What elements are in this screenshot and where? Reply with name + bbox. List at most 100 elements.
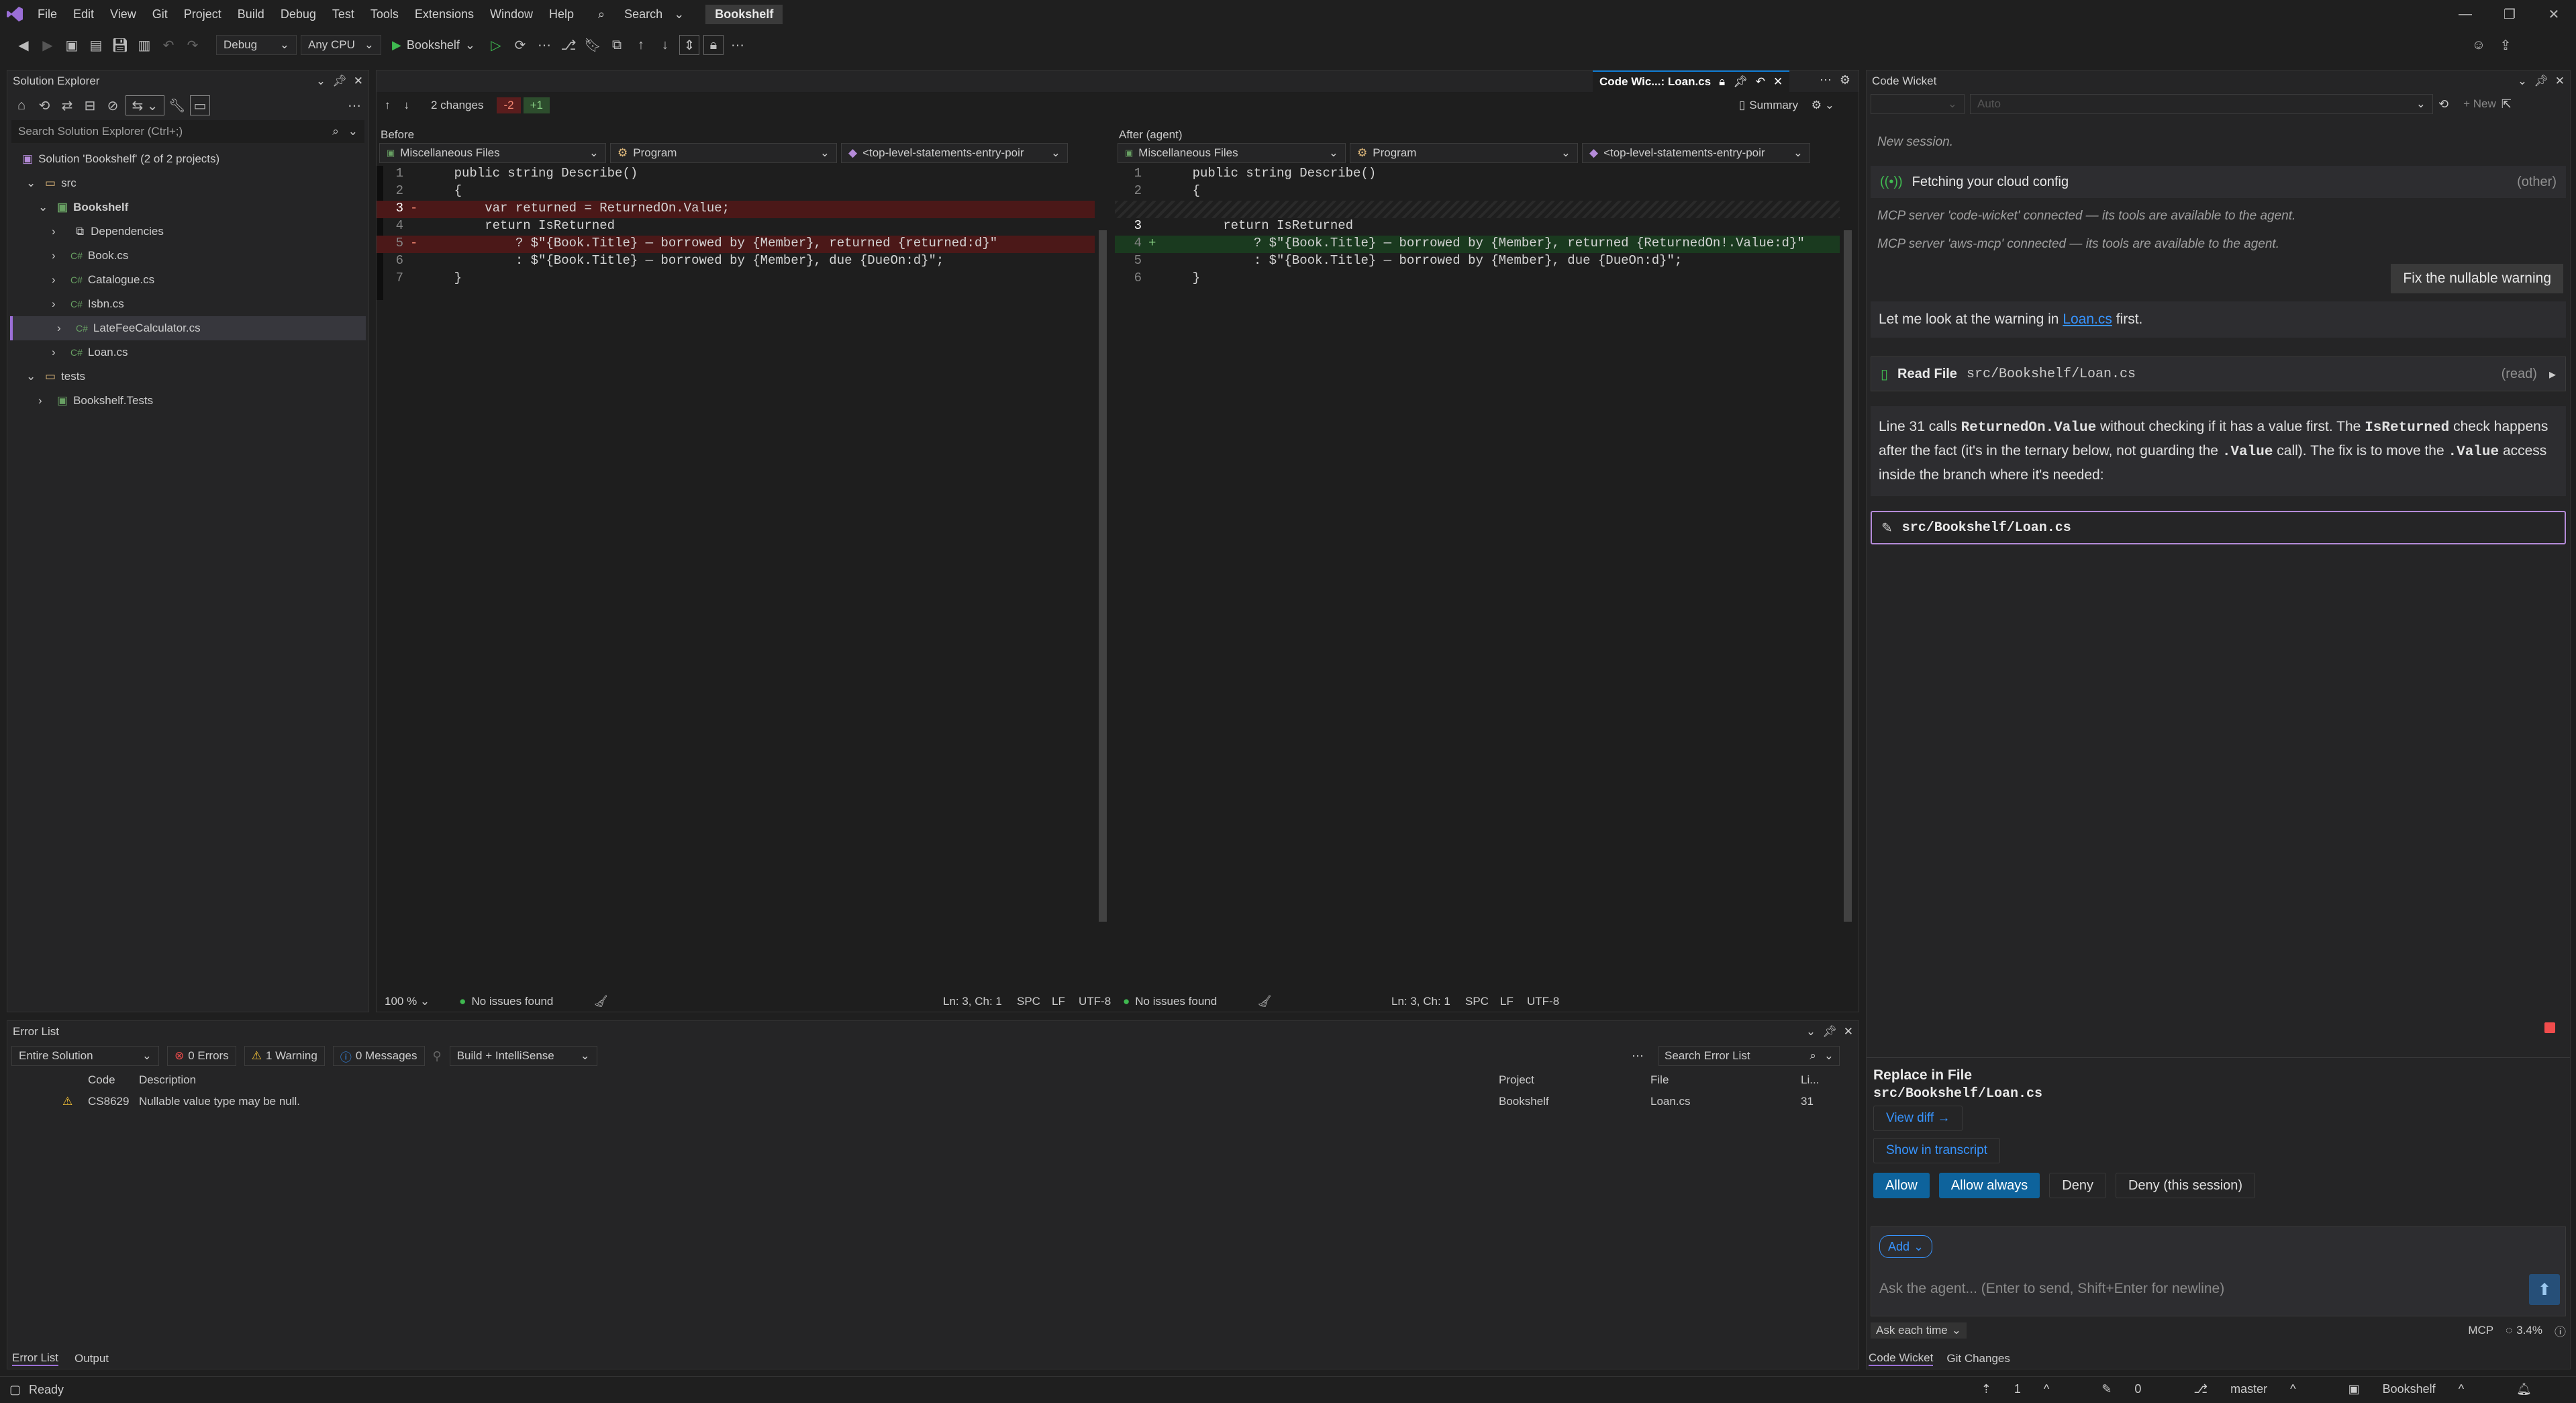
back-nav-icon[interactable]: ◀ [13, 35, 34, 55]
repo-indicator[interactable]: ▣ Bookshelf ^ [2348, 1382, 2482, 1396]
more-icon[interactable]: ⋯ [344, 95, 364, 115]
branch-indicator[interactable]: ⎇ master ^ [2193, 1382, 2313, 1396]
pin-icon[interactable]: 📌︎ [1733, 75, 1748, 89]
chevron-down-icon[interactable]: ⌄ [316, 75, 326, 88]
chat-input[interactable]: Ask the agent... (Enter to send, Shift+E… [1879, 1281, 2224, 1297]
platform-select[interactable]: Any CPU ⌄ [301, 35, 381, 55]
tree-item-bookshelf[interactable]: ⌄ ▣ Bookshelf [7, 195, 368, 220]
more-icon[interactable]: ⋯ [1820, 73, 1832, 87]
after-code[interactable]: 1 public string Describe() 2 { 3 return … [1115, 166, 1853, 971]
next-change-icon[interactable]: ↓ [404, 99, 410, 112]
pin-icon[interactable]: 📌︎ [1822, 1025, 1837, 1038]
menu-git[interactable]: Git [144, 7, 176, 21]
preview-icon[interactable]: ▭ [190, 95, 210, 115]
share-icon[interactable]: ⇪ [2495, 35, 2516, 55]
solution-explorer-search[interactable]: Search Solution Explorer (Ctrl+;) ⌕ ⌄ [11, 120, 364, 143]
close-icon[interactable]: ✕ [2555, 75, 2565, 88]
deny-button[interactable]: Deny [2049, 1173, 2106, 1198]
lock-icon[interactable]: 🔒︎ [703, 35, 724, 55]
new-session-button[interactable]: + New [2463, 97, 2496, 111]
vertical-scrollbar[interactable] [1844, 230, 1852, 922]
menu-view[interactable]: View [102, 7, 144, 21]
previous-change-icon[interactable]: ↑ [385, 99, 391, 112]
switch-view-icon[interactable]: ⇄ [57, 95, 77, 115]
solution-node[interactable]: ▣ Solution 'Bookshelf' (2 of 2 projects) [7, 147, 368, 171]
filter-icon[interactable]: ⚲ [433, 1049, 442, 1063]
zoom-select[interactable]: 100 % ⌄ [385, 995, 430, 1008]
attach-icon[interactable]: ⟳ [510, 35, 530, 55]
open-file-icon[interactable]: ▤ [86, 35, 106, 55]
menu-edit[interactable]: Edit [65, 7, 102, 21]
more-icon[interactable]: ⋯ [728, 35, 748, 55]
mode-select[interactable]: Ask each time ⌄ [1871, 1322, 1967, 1339]
tab-code-wicket[interactable]: Code Wicket [1869, 1351, 1934, 1366]
send-button[interactable]: ⬆ [2529, 1274, 2560, 1305]
close-window-icon[interactable]: ✕ [2532, 4, 2576, 24]
properties-icon[interactable]: 🔧︎ [167, 95, 187, 115]
more-icon[interactable]: ⋯ [534, 35, 554, 55]
agent-select[interactable]: ⌄ [1871, 94, 1965, 114]
help-icon[interactable]: ⓘ [2555, 1322, 2566, 1339]
tree-item-dependencies[interactable]: › ⧉ Dependencies [7, 220, 368, 244]
filter-icon[interactable]: ⊘ [103, 95, 123, 115]
edit-file-card[interactable]: ✎ src/Bookshelf/Loan.cs [1871, 511, 2566, 544]
save-all-icon[interactable]: ▥ [134, 35, 154, 55]
member-select[interactable]: ◆ <top-level-statements-entry-poir ⌄ [1582, 143, 1810, 163]
close-icon[interactable]: ✕ [354, 75, 363, 88]
menu-build[interactable]: Build [230, 7, 273, 21]
copilot-icon[interactable]: ☺ [2469, 35, 2489, 55]
tree-item-bookshelf-tests[interactable]: › ▣ Bookshelf.Tests [7, 389, 368, 413]
scope-select[interactable]: Entire Solution ⌄ [11, 1046, 159, 1066]
tree-item-tests[interactable]: ⌄ ▭ tests [7, 365, 368, 389]
menu-extensions[interactable]: Extensions [407, 7, 482, 21]
close-icon[interactable]: ✕ [1844, 1025, 1853, 1038]
sync-icon[interactable]: ⟲ [34, 95, 54, 115]
tree-item-catalogue-cs[interactable]: › C# Catalogue.cs [7, 268, 368, 292]
minimize-icon[interactable]: — [2443, 4, 2487, 24]
tree-item-latefeecalculator-cs[interactable]: › C# LateFeeCalculator.cs [10, 316, 366, 340]
save-icon[interactable]: 💾︎ [110, 35, 130, 55]
view-diff-button[interactable]: View diff → [1873, 1106, 1963, 1131]
chevron-down-icon[interactable]: ⌄ [1806, 1025, 1816, 1038]
config-select[interactable]: Debug ⌄ [216, 35, 297, 55]
collapse-all-icon[interactable]: ⊟ [80, 95, 100, 115]
tree-item-loan-cs[interactable]: › C# Loan.cs [7, 340, 368, 365]
member-select[interactable]: ◆ <top-level-statements-entry-poir ⌄ [841, 143, 1068, 163]
more-icon[interactable]: ⋯ [1632, 1049, 1644, 1063]
diff-settings-icon[interactable]: ⚙ ⌄ [1812, 99, 1834, 112]
restore-icon[interactable]: ❐ [2487, 4, 2532, 24]
tab-error-list[interactable]: Error List [12, 1351, 58, 1366]
sync-scroll-icon[interactable]: ⇕ [679, 35, 699, 55]
broom-icon[interactable]: 🧹︎ [1257, 995, 1272, 1008]
menu-tools[interactable]: Tools [362, 7, 407, 21]
table-row[interactable]: ⚠ CS8629 Nullable value type may be null… [7, 1091, 1859, 1112]
deny-session-button[interactable]: Deny (this session) [2115, 1173, 2256, 1198]
menu-search[interactable]: ⌕ Search ⌄ [582, 7, 692, 21]
add-context-button[interactable]: Add ⌄ [1879, 1235, 1933, 1258]
pin-icon[interactable]: 📌︎ [332, 75, 347, 88]
project-select[interactable]: ▣ Miscellaneous Files ⌄ [1118, 143, 1346, 163]
menu-window[interactable]: Window [482, 7, 541, 21]
comment-icon[interactable]: ⧉ [607, 35, 627, 55]
redo-icon[interactable]: ↷ [183, 35, 203, 55]
show-transcript-button[interactable]: Show in transcript [1873, 1138, 2001, 1163]
run-button[interactable]: ▶ Bookshelf ⌄ [385, 38, 482, 52]
notifications-icon[interactable]: 🔔︎ [2516, 1382, 2532, 1396]
close-tab-icon[interactable]: ✕ [1773, 75, 1783, 89]
warnings-filter[interactable]: ⚠ 1 Warning [244, 1046, 325, 1066]
bookmark-icon[interactable]: 🔖︎ [583, 35, 603, 55]
run-without-debug-icon[interactable]: ▷ [486, 35, 506, 55]
before-code[interactable]: 1 public string Describe() 2 { 3- var re… [377, 166, 1101, 971]
read-file-tool-card[interactable]: ▯ Read File src/Bookshelf/Loan.cs (read)… [1871, 356, 2566, 391]
vertical-scrollbar[interactable] [1099, 230, 1107, 922]
menu-test[interactable]: Test [324, 7, 362, 21]
menu-project[interactable]: Project [176, 7, 230, 21]
forward-nav-icon[interactable]: ▶ [38, 35, 58, 55]
commits-indicator[interactable]: ⇡ 1 ^ [1981, 1382, 2067, 1396]
model-select[interactable]: Auto ⌄ [1970, 94, 2433, 114]
project-select[interactable]: ▣ Miscellaneous Files ⌄ [379, 143, 606, 163]
tree-item-isbn-cs[interactable]: › C# Isbn.cs [7, 292, 368, 316]
tab-output[interactable]: Output [75, 1352, 109, 1365]
new-project-icon[interactable]: ▣ [62, 35, 82, 55]
changes-indicator[interactable]: ✎ 0 [2101, 1382, 2159, 1396]
